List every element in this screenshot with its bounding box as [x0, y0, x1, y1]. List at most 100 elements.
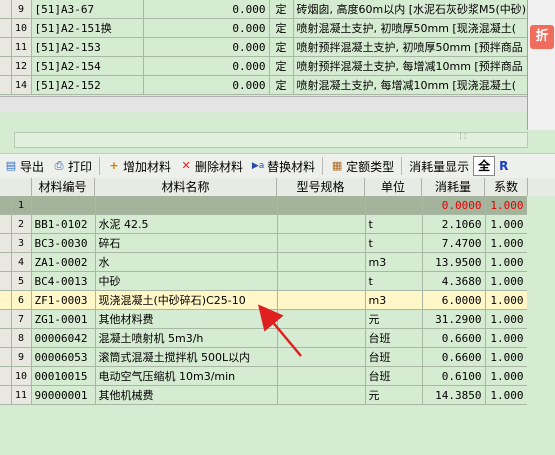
horizontal-scrollbar[interactable] — [0, 96, 527, 111]
material-consumption[interactable]: 7.4700 — [422, 233, 486, 253]
material-consumption[interactable]: 14.3850 — [422, 385, 486, 405]
material-row[interactable]: 8 00006042 混凝土喷射机 5m3/h 台班 0.6600 1.000 — [0, 328, 555, 348]
quota-name[interactable]: 喷射预拌混凝土支护, 每增减10mm [预拌商品 — [293, 56, 528, 76]
material-row[interactable]: 9 00006053 滚筒式混凝土搅拌机 500L以内 台班 0.6600 1.000 — [0, 347, 555, 367]
material-code[interactable]: ZF1-0003 — [31, 290, 96, 310]
material-consumption[interactable]: 0.6600 — [422, 328, 486, 348]
all-toggle-button[interactable]: 全 — [473, 156, 496, 176]
material-spec[interactable] — [277, 290, 366, 310]
material-coefficient[interactable]: 1.000 — [485, 196, 528, 215]
material-unit[interactable]: 台班 — [365, 328, 423, 348]
replace-material-button[interactable]: ▶a 替换材料 — [247, 155, 319, 177]
material-row[interactable]: 5 BC4-0013 中砂 t 4.3680 1.000 — [0, 271, 555, 291]
row-expand-marker[interactable] — [0, 37, 12, 57]
material-spec[interactable] — [277, 233, 366, 253]
row-expand-marker[interactable] — [0, 0, 12, 19]
material-code[interactable]: BC4-0013 — [31, 271, 96, 291]
material-spec[interactable] — [277, 271, 366, 291]
material-coefficient[interactable]: 1.000 — [485, 290, 528, 310]
material-unit[interactable]: 台班 — [365, 347, 423, 367]
material-row[interactable]: 6 ZF1-0003 现浇混凝土(中砂碎石)C25-10 m3 6.0000 1.000 — [0, 290, 555, 310]
material-spec[interactable] — [277, 214, 366, 234]
material-unit[interactable]: m3 — [365, 252, 423, 272]
material-coefficient[interactable]: 1.000 — [485, 214, 528, 234]
material-spec[interactable] — [277, 347, 366, 367]
material-spec[interactable] — [277, 385, 366, 405]
delete-material-button[interactable]: ✕ 删除材料 — [175, 155, 247, 177]
material-unit[interactable]: 元 — [365, 309, 423, 329]
material-unit[interactable]: t — [365, 214, 423, 234]
material-consumption[interactable]: 31.2900 — [422, 309, 486, 329]
material-unit[interactable]: t — [365, 233, 423, 253]
col-header-name[interactable]: 材料名称 — [95, 178, 277, 196]
material-code[interactable]: 90000001 — [31, 385, 96, 405]
material-name[interactable] — [95, 196, 278, 215]
material-name[interactable]: 混凝土喷射机 5m3/h — [95, 328, 278, 348]
material-name[interactable]: 碎石 — [95, 233, 278, 253]
material-coefficient[interactable]: 1.000 — [485, 233, 528, 253]
col-header-unit[interactable]: 单位 — [365, 178, 422, 196]
col-header-code[interactable]: 材料编号 — [31, 178, 95, 196]
vertical-scroll-area[interactable] — [527, 196, 555, 406]
material-code[interactable]: 00010015 — [31, 366, 96, 386]
material-spec[interactable] — [277, 252, 366, 272]
material-name[interactable]: 水 — [95, 252, 278, 272]
quota-name[interactable]: 喷射预拌混凝土支护, 初喷厚50mm [预拌商品 — [293, 37, 528, 57]
material-consumption[interactable]: 4.3680 — [422, 271, 486, 291]
material-coefficient[interactable]: 1.000 — [485, 366, 528, 386]
material-coefficient[interactable]: 1.000 — [485, 252, 528, 272]
material-row[interactable]: 11 90000001 其他机械费 元 14.3850 1.000 — [0, 385, 555, 405]
material-row[interactable]: 2 BB1-0102 水泥 42.5 t 2.1060 1.000 — [0, 214, 555, 234]
material-consumption[interactable]: 2.1060 — [422, 214, 486, 234]
consumption-display-button[interactable]: 消耗量显示 — [405, 155, 473, 177]
material-consumption[interactable]: 0.6100 — [422, 366, 486, 386]
add-material-button[interactable]: + 增加材料 — [103, 155, 175, 177]
export-button[interactable]: ▤ 导出 — [0, 155, 48, 177]
material-coefficient[interactable]: 1.000 — [485, 347, 528, 367]
r-button[interactable]: R — [495, 155, 512, 177]
quota-name[interactable]: 喷射混凝土支护, 每增减10mm [现浇混凝土( — [293, 75, 528, 95]
quota-quantity[interactable]: 0.000 — [143, 56, 270, 76]
quota-quantity[interactable]: 0.000 — [143, 37, 270, 57]
material-name[interactable]: 其他材料费 — [95, 309, 278, 329]
material-spec[interactable] — [277, 328, 366, 348]
material-name[interactable]: 水泥 42.5 — [95, 214, 278, 234]
material-code[interactable]: 00006053 — [31, 347, 96, 367]
material-unit[interactable]: 台班 — [365, 366, 423, 386]
fold-icon[interactable]: 折 — [530, 25, 554, 49]
material-spec[interactable] — [277, 366, 366, 386]
quota-quantity[interactable]: 0.000 — [143, 75, 270, 95]
material-row[interactable]: 3 BC3-0030 碎石 t 7.4700 1.000 — [0, 233, 555, 253]
quota-code[interactable]: [51]A2-151换 — [31, 18, 144, 38]
material-coefficient[interactable]: 1.000 — [485, 385, 528, 405]
quota-name[interactable]: 砖烟囱, 高度60m以内 [水泥石灰砂浆M5(中砂) — [293, 0, 528, 19]
material-unit[interactable]: 元 — [365, 385, 423, 405]
quota-code[interactable]: [51]A2-154 — [31, 56, 144, 76]
material-row[interactable]: 7 ZG1-0001 其他材料费 元 31.2900 1.000 — [0, 309, 555, 329]
material-coefficient[interactable]: 1.000 — [485, 271, 528, 291]
quota-row[interactable]: 14 [51]A2-152 0.000 定喷射混凝土支护, 每增减10mm [现浇混凝… — [0, 75, 528, 95]
material-name[interactable]: 现浇混凝土(中砂碎石)C25-10 — [95, 290, 278, 310]
material-unit[interactable]: m3 — [365, 290, 423, 310]
material-consumption[interactable]: 0.6600 — [422, 347, 486, 367]
row-expand-marker[interactable] — [0, 56, 12, 76]
splitter-bar[interactable] — [14, 132, 528, 148]
quota-code[interactable]: [51]A2-153 — [31, 37, 144, 57]
quota-code[interactable]: [51]A2-152 — [31, 75, 144, 95]
quota-row[interactable]: 9 [51]A3-67 0.000 定砖烟囱, 高度60m以内 [水泥石灰砂浆M5(中… — [0, 0, 528, 19]
material-code[interactable]: BC3-0030 — [31, 233, 96, 253]
material-code[interactable]: ZG1-0001 — [31, 309, 96, 329]
material-code[interactable]: ZA1-0002 — [31, 252, 96, 272]
material-name[interactable]: 中砂 — [95, 271, 278, 291]
quota-row[interactable]: 11 [51]A2-153 0.000 定喷射预拌混凝土支护, 初喷厚50mm [预拌… — [0, 37, 528, 57]
quota-quantity[interactable]: 0.000 — [143, 0, 270, 19]
material-name[interactable]: 其他机械费 — [95, 385, 278, 405]
quota-code[interactable]: [51]A3-67 — [31, 0, 144, 19]
material-unit[interactable]: t — [365, 271, 423, 291]
quota-row[interactable]: 10 [51]A2-151换 0.000 定喷射混凝土支护, 初喷厚50mm [现浇混… — [0, 18, 528, 38]
material-row[interactable]: 10 00010015 电动空气压缩机 10m3/min 台班 0.6100 1.000 — [0, 366, 555, 386]
row-expand-marker[interactable] — [0, 75, 12, 95]
col-header-coef[interactable]: 系数 — [485, 178, 528, 196]
print-button[interactable]: ⎙ 打印 — [48, 155, 96, 177]
panel-splitter[interactable]: ⁞⁞ — [0, 130, 555, 150]
